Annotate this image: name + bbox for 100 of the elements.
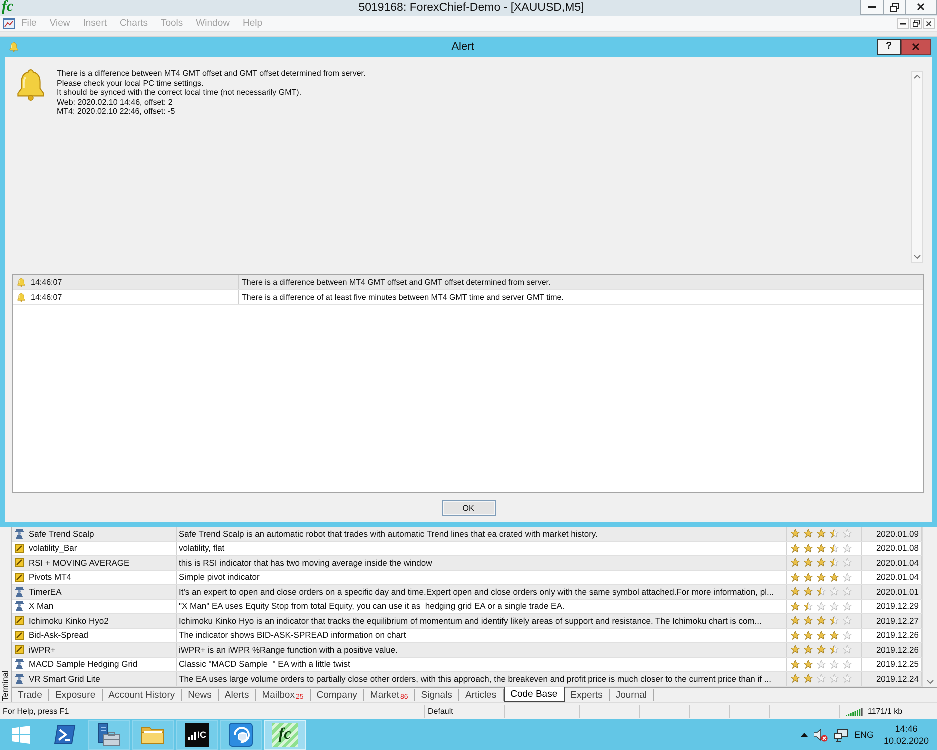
- alert-message: Please check your local PC time settings.: [57, 78, 205, 88]
- windows-logo-icon: [12, 726, 30, 744]
- star-icon: [843, 616, 852, 626]
- terminal-icon: [54, 725, 76, 745]
- bell-icon: [17, 292, 26, 302]
- table-cell: iWPR+: [29, 644, 56, 655]
- taskbar-button[interactable]: [220, 720, 262, 750]
- scrollbar[interactable]: [911, 71, 923, 263]
- indicator-icon: [15, 616, 24, 626]
- table-row[interactable]: VR Smart Grid Lite The EA uses large volume orders to partially close other orders, with this approach, the breakeven and profit price is much closer to the current price than if ... 2019.12.24: [12, 672, 922, 686]
- table-cell: The EA uses large volume orders to partially close other orders, with this approach, the breakeven and profit price is much closer to the current price than if ...: [177, 672, 787, 686]
- table-cell: Safe Trend Scalp: [29, 528, 94, 539]
- tab[interactable]: Alerts: [218, 689, 256, 701]
- star-icon: [791, 674, 800, 684]
- star-icon: [817, 572, 826, 582]
- star-icon: [804, 660, 813, 669]
- tab[interactable]: Journal: [610, 689, 654, 701]
- star-icon: [804, 616, 813, 626]
- table-cell: RSI + MOVING AVERAGE: [29, 558, 130, 568]
- table-cell: volatility_Bar: [29, 543, 78, 554]
- close-icon: [926, 20, 932, 26]
- table-cell: Ichimoku Kinko Hyo2: [29, 616, 109, 626]
- clock-time[interactable]: 14:46: [895, 724, 918, 734]
- taskbar-button[interactable]: [88, 720, 130, 750]
- table-row[interactable]: Bid-Ask-Spread The indicator shows BID-ASK-SPREAD information on chart 2019.12.26: [12, 628, 922, 643]
- dialog-title: Alert: [450, 41, 476, 53]
- table-row[interactable]: volatility_Bar volatility, flat 2020.01.08: [12, 542, 922, 556]
- app-logo: fc: [272, 723, 298, 747]
- tab[interactable]: Experts: [564, 689, 610, 701]
- star-icon: [843, 674, 852, 684]
- table-cell: Simple pivot indicator: [177, 570, 787, 584]
- language-indicator[interactable]: ENG: [854, 730, 874, 740]
- minimize-button[interactable]: [860, 0, 884, 15]
- minimize-button[interactable]: [897, 18, 909, 29]
- star-icon: [817, 660, 826, 669]
- star-icon: [817, 529, 826, 538]
- star-icon: [791, 558, 800, 568]
- star-icon: [830, 529, 839, 538]
- star-icon: [817, 544, 826, 553]
- star-icon: [804, 572, 813, 582]
- speaker-muted-icon[interactable]: [814, 728, 828, 742]
- table-cell: Ichimoku Kinko Hyo is an indicator that tracks the equilibrium of momentum and identify likely areas of support and resistance. The Ichimoku chart is com...: [177, 614, 787, 628]
- star-icon: [791, 660, 800, 669]
- restore-button[interactable]: [883, 0, 906, 15]
- star-icon: [817, 558, 826, 568]
- star-icon: [830, 616, 839, 626]
- table-row[interactable]: MACD Sample Hedging Grid Classic "MACD Sample " EA with a little twist 2019.12.25: [12, 658, 922, 672]
- table-cell: X Man: [29, 601, 54, 612]
- table-row[interactable]: Ichimoku Kinko Hyo2 Ichimoku Kinko Hyo is an indicator that tracks the equilibrium of momentum and identify likely areas of support and resistance. The Ichimoku chart is com... 2019.12.27: [12, 614, 922, 628]
- expert-icon: [15, 659, 24, 670]
- status-text: Default: [428, 706, 454, 716]
- log-time: 14:46:07: [31, 278, 62, 286]
- log-row[interactable]: 14:46:07 There is a difference between MT4 GMT offset and GMT offset determined from server.: [13, 275, 923, 290]
- star-icon: [791, 587, 800, 596]
- tab[interactable]: Trade: [12, 689, 50, 701]
- taskbar-button[interactable]: IC: [176, 720, 218, 750]
- table-row[interactable]: RSI + MOVING AVERAGE this is RSI indicator that has two moving average inside the window 2020.01.04: [12, 556, 922, 570]
- table-row[interactable]: iWPR+ iWPR+ is an iWPR %Range function with a positive value. 2019.12.26: [12, 643, 922, 658]
- star-icon: [791, 572, 800, 582]
- table-cell: The indicator shows BID-ASK-SPREAD information on chart: [177, 628, 787, 642]
- table-row[interactable]: Safe Trend Scalp Safe Trend Scalp is an automatic robot that trades with automatic Trend lines that ea crated with market history. 2020.01.09: [12, 527, 922, 542]
- tab[interactable]: Exposure: [49, 689, 103, 701]
- network-icon[interactable]: [834, 728, 848, 742]
- log-message: There is a difference of at least five minutes between MT4 GMT time and server GMT time.: [241, 292, 565, 302]
- star-icon: [817, 616, 826, 626]
- close-button[interactable]: [905, 0, 937, 15]
- ok-button[interactable]: OK: [442, 500, 496, 516]
- scrollbar[interactable]: [922, 527, 937, 687]
- app-logo: fc: [1, 0, 15, 16]
- table-row[interactable]: Pivots MT4 Simple pivot indicator 2020.01.04: [12, 570, 922, 585]
- scroll-down-icon[interactable]: [926, 680, 934, 684]
- indicator-icon: [15, 544, 24, 553]
- tab[interactable]: Account History: [102, 689, 182, 701]
- star-icon: [817, 587, 826, 596]
- scroll-up-icon[interactable]: [914, 75, 920, 79]
- table-cell: "X Man" EA uses Equity Stop from total Equity, you can use it as hedging grid EA or a single trade EA.: [177, 600, 787, 613]
- scroll-down-icon[interactable]: [914, 255, 920, 259]
- minimize-icon: [900, 22, 906, 24]
- clock-date[interactable]: 10.02.2020: [884, 736, 929, 746]
- folder-icon: [141, 725, 165, 745]
- log-row[interactable]: 14:46:07 There is a difference of at least five minutes between MT4 GMT time and server GMT time.: [13, 290, 923, 305]
- tab[interactable]: News: [182, 689, 219, 701]
- star-icon: [817, 602, 826, 611]
- star-icon: [830, 674, 839, 684]
- taskbar-button[interactable]: fc: [264, 720, 306, 750]
- table-row[interactable]: X Man "X Man" EA uses Equity Stop from total Equity, you can use it as hedging grid EA or a single trade EA. 2019.12.29: [12, 600, 922, 614]
- caret-up-icon[interactable]: [801, 733, 808, 737]
- close-icon: [917, 3, 925, 11]
- table-cell: Bid-Ask-Spread: [29, 630, 89, 640]
- window-title: 5019168: ForexChief-Demo - [XAUUSD,M5]: [358, 1, 586, 16]
- chart-window-icon[interactable]: [3, 18, 15, 29]
- table-row[interactable]: TimerEA It's an expert to open and close orders on a specific day and time.Expert open and close orders only with the same symbol attached.For more information, pl... 2020.01.01: [12, 585, 922, 600]
- star-icon: [791, 529, 800, 538]
- tab[interactable]: Company: [310, 689, 364, 701]
- tab[interactable]: Code Base: [504, 687, 565, 702]
- tab[interactable]: Signals: [415, 689, 460, 701]
- status-text: 1171/1 kb: [868, 706, 903, 716]
- restore-button[interactable]: [910, 18, 922, 29]
- help-button[interactable]: ?: [877, 39, 901, 55]
- star-icon: [843, 660, 852, 669]
